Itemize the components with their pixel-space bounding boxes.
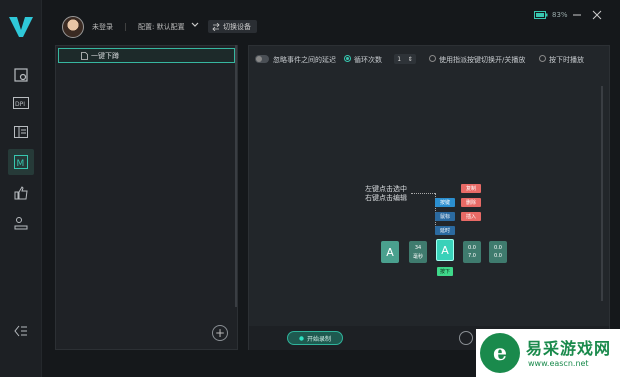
sidebar-item-settings-icon[interactable] [8,62,34,88]
menu-key-option[interactable]: 按键 [435,198,455,207]
play-on-press-label: 按下时播放 [549,56,584,64]
battery-percent: 83% [552,11,568,19]
macro-name: 一键下蹲 [91,51,119,60]
macro-list-panel: 一键下蹲 [55,45,238,350]
svg-text:M: M [17,159,25,169]
menu-copy-option[interactable]: 复制 [461,184,481,193]
top-bar: 未登录 | 配置: 默认配置 切换设备 83% [42,0,620,44]
ignore-delay-toggle[interactable] [255,55,269,63]
hint-line-2: 右键点击编辑 [365,194,407,202]
add-macro-button[interactable]: + [212,325,228,341]
loop-count-value: 1 [397,55,402,63]
plus-icon: + [214,326,226,340]
ignore-delay-label: 忽略事件之间的延迟 [273,56,336,64]
sidebar-item-user-icon[interactable] [8,210,34,236]
selected-key-a-node[interactable]: A [436,239,454,261]
divider: | [124,22,127,31]
canvas-scrollbar[interactable] [601,86,603,301]
config-selector-label[interactable]: 配置: 默认配置 [138,22,185,32]
menu-insert-option[interactable]: 插入 [461,212,481,221]
username[interactable]: 未登录 [92,22,113,32]
stepper-arrows-icon[interactable]: ⇕ [408,56,413,63]
sidebar-item-like-icon[interactable] [8,180,34,206]
selected-status-badge: 按下 [437,267,453,276]
connector-line [411,193,435,194]
avatar[interactable] [62,16,84,38]
close-icon [592,10,602,20]
macro-canvas[interactable]: 左键点击选中 右键点击编辑 按键 鼠标 延时 复制 删除 插入 A 34 毫秒 … [249,72,609,325]
document-icon [81,51,88,60]
switch-device-button[interactable]: 切换设备 [208,20,257,33]
sidebar-item-buttons-icon[interactable] [8,119,34,145]
minimize-button[interactable] [571,8,583,22]
coordinate-node[interactable]: 0.0 0.0 [489,241,507,263]
options-bar: 忽略事件之间的延迟 循环次数 1 ⇕ 使用指派按键切换开/关播放 按下时播放 [249,46,609,72]
watermark-title: 易采游戏网 [526,339,612,358]
loop-count-label: 循环次数 [354,56,382,64]
menu-delay-option[interactable]: 延时 [435,226,455,235]
watermark-url: www.eascn.net [528,359,589,368]
app-logo-icon [9,17,33,37]
watermark: e 易采游戏网 www.eascn.net [476,329,620,377]
close-button[interactable] [591,8,603,22]
refresh-icon[interactable] [459,331,473,345]
switch-device-label: 切换设备 [223,22,251,31]
list-item[interactable]: 一键下蹲 [58,48,235,63]
chevron-down-icon[interactable] [190,20,200,30]
editor-hint: 左键点击选中 右键点击编辑 [365,185,407,203]
key-a-node[interactable]: A [381,241,399,263]
minimize-icon [573,14,581,16]
collapse-sidebar-icon[interactable] [10,320,32,342]
loop-count-radio[interactable] [344,55,351,62]
key-toggle-radio[interactable] [429,55,436,62]
play-on-press-radio[interactable] [539,55,546,62]
battery-icon [534,11,548,19]
coordinate-node[interactable]: 0.0 7.0 [463,241,481,263]
svg-text:DPI: DPI [15,101,25,108]
loop-count-stepper[interactable]: 1 ⇕ [394,54,416,64]
key-toggle-label: 使用指派按键切换开/关播放 [439,56,526,64]
record-icon [299,335,304,341]
battery-status: 83% [534,11,568,19]
start-recording-label: 开始录制 [306,335,331,343]
delay-node[interactable]: 34 毫秒 [409,241,427,263]
sidebar-item-macro-icon[interactable]: M [8,149,34,175]
list-scrollbar[interactable] [235,45,237,307]
menu-mouse-option[interactable]: 鼠标 [435,212,455,221]
sidebar-item-dpi-icon[interactable]: DPI [8,90,34,116]
hint-line-1: 左键点击选中 [365,185,407,193]
start-recording-button[interactable]: 开始录制 [287,331,343,345]
switch-icon [212,22,220,31]
menu-delete-option[interactable]: 删除 [461,198,481,207]
watermark-logo: e [480,333,520,373]
sidebar: DPI M [0,0,42,377]
macro-editor-panel: 忽略事件之间的延迟 循环次数 1 ⇕ 使用指派按键切换开/关播放 按下时播放 左… [248,45,610,350]
